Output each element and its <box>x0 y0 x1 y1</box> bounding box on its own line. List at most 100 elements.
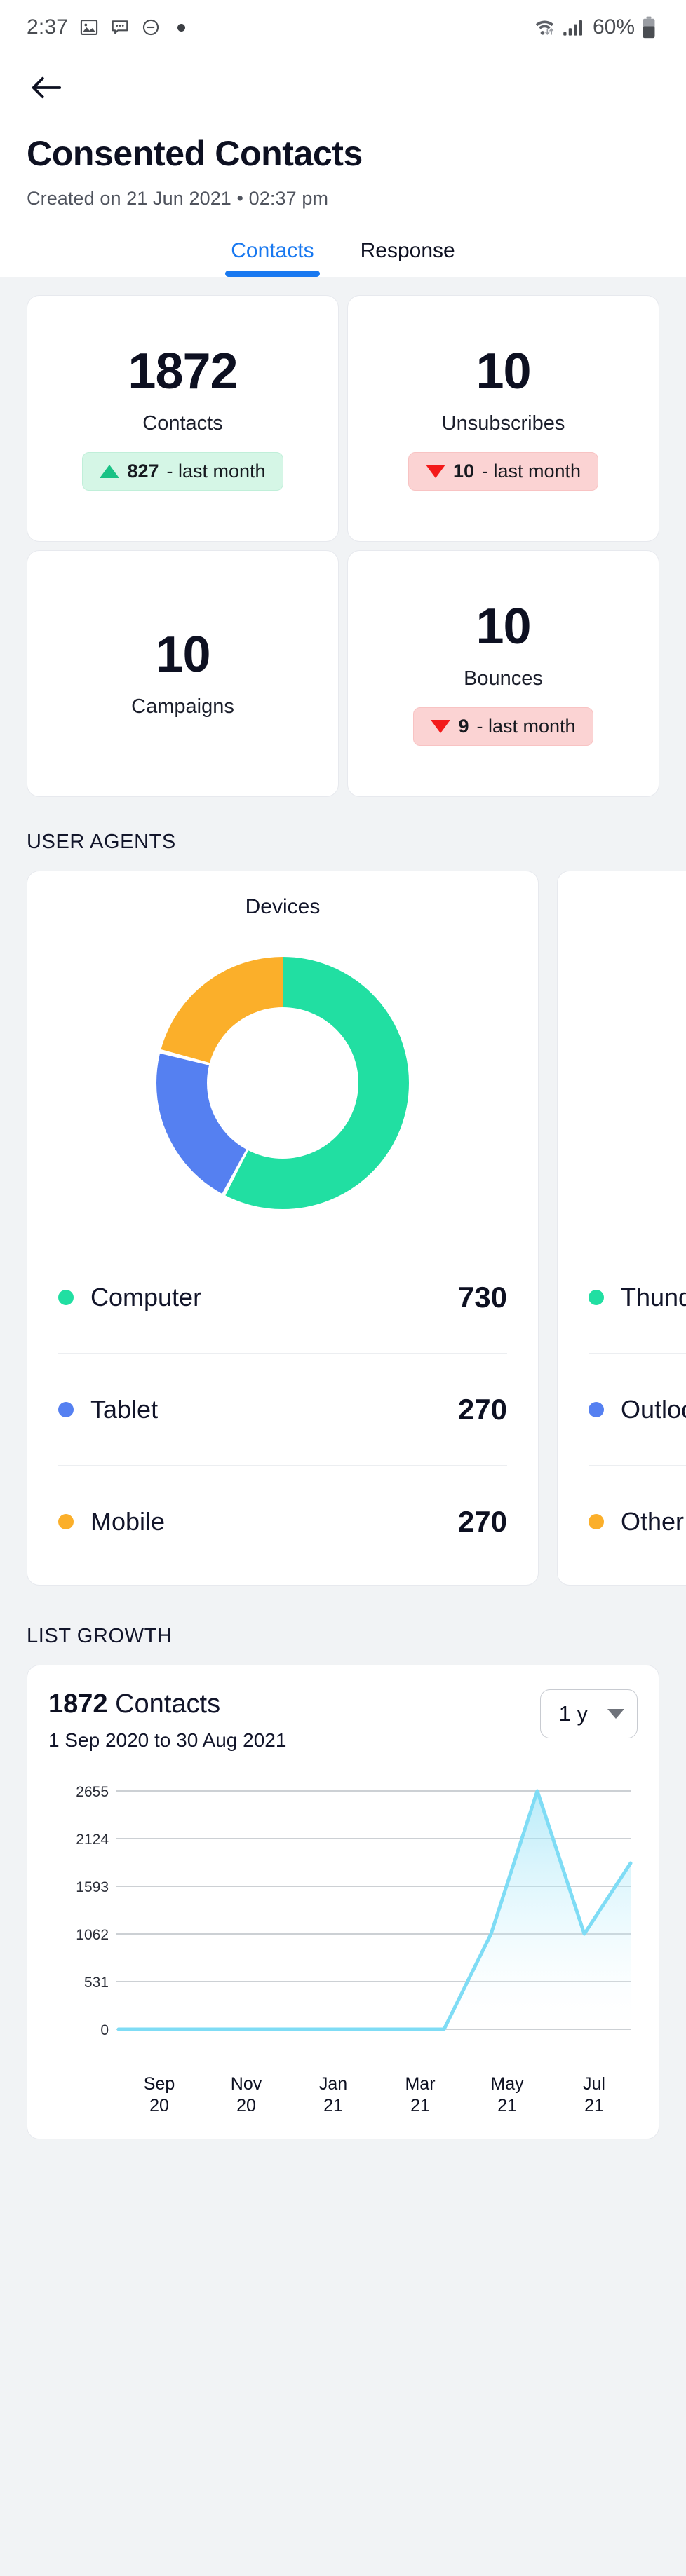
arrow-down-icon <box>431 720 451 733</box>
scroll-content[interactable]: 1872 Contacts 827 - last month 10 Unsubs… <box>0 277 686 2260</box>
bottom-spacer <box>0 2139 686 2232</box>
page-title: Consented Contacts <box>27 134 363 173</box>
user-agents-carousel[interactable]: Devices Computer 730 Tablet 270 Mobile 2… <box>0 865 686 1591</box>
legend-label: Other <box>621 1507 685 1536</box>
list-growth-area-chart: 2655 2124 1593 1062 531 0 Sep 20 Nov 20 … <box>48 1770 638 2118</box>
legend-color-dot-icon <box>58 1514 74 1529</box>
battery-percent-label: 60% <box>592 15 635 39</box>
list-growth-summary: 1872 Contacts 1 Sep 2020 to 30 Aug 2021 <box>48 1689 286 1752</box>
tab-response[interactable]: Response <box>361 239 455 277</box>
list-item[interactable]: Mobile 270 <box>58 1466 507 1578</box>
area-chart-svg: 2655 2124 1593 1062 531 0 <box>76 1784 633 2038</box>
legend-value: 270 <box>457 1505 507 1538</box>
image-icon <box>81 20 98 35</box>
x-tick-label: May 21 <box>490 2074 524 2116</box>
badge-value: 827 <box>127 461 159 482</box>
tab-bar: Contacts Response <box>27 210 659 277</box>
y-tick-label: 531 <box>84 1975 109 1991</box>
chevron-down-icon <box>607 1709 624 1719</box>
status-bar-right: 60% <box>533 15 657 39</box>
date-range-label: 1 Sep 2020 to 30 Aug 2021 <box>48 1729 287 1751</box>
stat-value: 10 <box>476 343 531 400</box>
list-item[interactable]: Outlook <box>589 1354 686 1466</box>
arrow-down-icon <box>425 465 445 478</box>
dot-indicator-icon <box>177 23 186 32</box>
legend-label: Thunderbird <box>621 1282 686 1311</box>
legend-entry: Outlook <box>589 1395 686 1424</box>
y-tick-label: 0 <box>100 2022 109 2038</box>
stat-value: 10 <box>476 599 531 655</box>
stat-label: Campaigns <box>131 695 234 718</box>
period-select-value: 1 y <box>558 1701 588 1726</box>
x-tick-label: Nov 20 <box>230 2074 262 2116</box>
list-growth-card: 1872 Contacts 1 Sep 2020 to 30 Aug 2021 … <box>27 1665 659 2139</box>
list-item[interactable]: Computer 730 <box>58 1241 507 1354</box>
stat-value: 10 <box>155 626 210 683</box>
legend-label: Computer <box>90 1282 202 1311</box>
legend-entry: Computer <box>58 1283 201 1312</box>
status-badge: 827 - last month <box>82 452 283 491</box>
donut-legend-devices: Computer 730 Tablet 270 Mobile 270 <box>27 1230 538 1578</box>
contacts-count-value: 1872 <box>48 1689 108 1719</box>
donut-chart-devices <box>27 919 538 1230</box>
user-agent-card-devices[interactable]: Devices Computer 730 Tablet 270 Mobile 2… <box>27 871 539 1586</box>
back-arrow-icon <box>32 76 62 99</box>
status-bar-clock: 2:37 <box>27 15 69 39</box>
section-title-list-growth: LIST GROWTH <box>27 1625 173 1647</box>
contacts-count: 1872 Contacts <box>48 1689 286 1719</box>
stat-value: 1872 <box>128 343 238 400</box>
stat-card-unsubscribes[interactable]: 10 Unsubscribes 10 - last month <box>347 295 659 542</box>
back-row <box>27 55 659 121</box>
area-fill <box>119 1791 631 2029</box>
x-tick-label: Jan 21 <box>318 2074 348 2116</box>
list-item[interactable]: Other <box>589 1466 686 1578</box>
x-axis: Sep 20 Nov 20 Jan 21 Mar 21 May 21 Jul 2… <box>48 2066 638 2118</box>
legend-color-dot-icon <box>58 1289 74 1305</box>
legend-color-dot-icon <box>589 1289 604 1305</box>
chart-title: Devices <box>245 895 321 918</box>
chat-bubble-icon <box>112 20 128 34</box>
status-bar-left: 2:37 <box>27 15 186 39</box>
x-tick-label: Sep 20 <box>143 2074 175 2116</box>
legend-color-dot-icon <box>58 1401 74 1417</box>
tab-contacts-label: Contacts <box>231 239 314 262</box>
list-growth-header: 1872 Contacts 1 Sep 2020 to 30 Aug 2021 … <box>48 1689 638 1752</box>
legend-color-dot-icon <box>589 1401 604 1417</box>
badge-value: 10 <box>452 461 474 482</box>
status-badge: 10 - last month <box>408 452 599 491</box>
badge-text: - last month <box>481 461 581 482</box>
cellular-signal-icon <box>563 20 582 36</box>
wifi-icon <box>535 20 554 35</box>
contacts-count-label: Contacts <box>107 1689 221 1719</box>
donut-chart-svg <box>156 957 409 1209</box>
legend-entry: Thunderbird <box>589 1283 686 1312</box>
badge-text: - last month <box>166 461 266 482</box>
list-item[interactable]: Thunderbird <box>589 1241 686 1354</box>
back-button[interactable] <box>27 68 66 107</box>
donut-legend-email-clients: Thunderbird Outlook <box>558 1230 686 1578</box>
stat-card-contacts[interactable]: 1872 Contacts 827 - last month <box>27 295 339 542</box>
legend-value: 270 <box>457 1392 507 1426</box>
legend-label: Tablet <box>90 1394 159 1424</box>
legend-value: 730 <box>457 1280 507 1314</box>
tab-response-label: Response <box>360 239 455 262</box>
legend-entry: Mobile <box>58 1507 165 1536</box>
badge-text: - last month <box>476 716 576 737</box>
stat-card-bounces[interactable]: 10 Bounces 9 - last month <box>347 550 659 797</box>
donut-chart-svg <box>673 943 686 1223</box>
page-header: Consented Contacts Created on 21 Jun 202… <box>0 55 686 277</box>
legend-color-dot-icon <box>589 1514 604 1529</box>
period-select[interactable]: 1 y <box>539 1689 638 1738</box>
stat-card-campaigns[interactable]: 10 Campaigns <box>27 550 339 797</box>
tab-active-underline <box>225 271 320 277</box>
legend-label: Mobile <box>90 1507 166 1536</box>
status-badge: 9 - last month <box>413 707 593 746</box>
status-bar: 2:37 60% <box>0 0 686 55</box>
user-agent-card-email-clients[interactable]: Email Clients Thunderbird <box>557 871 686 1586</box>
stat-label: Contacts <box>142 412 223 435</box>
legend-entry: Other <box>589 1507 684 1536</box>
badge-value: 9 <box>458 716 469 737</box>
legend-label: Outlook <box>621 1394 686 1424</box>
list-item[interactable]: Tablet 270 <box>58 1354 507 1466</box>
tab-contacts[interactable]: Contacts <box>225 239 320 277</box>
